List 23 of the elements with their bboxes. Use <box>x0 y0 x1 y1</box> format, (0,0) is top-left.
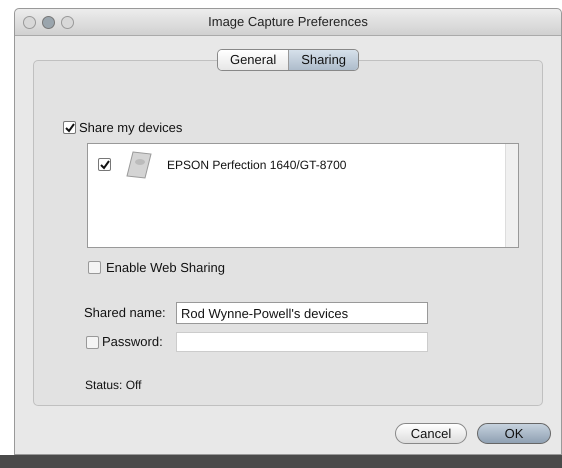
checkbox[interactable] <box>88 260 101 274</box>
device-name: EPSON Perfection 1640/GT-8700 <box>167 156 346 174</box>
checkbox[interactable] <box>63 121 76 134</box>
password-field[interactable] <box>176 332 428 352</box>
zoom-button[interactable] <box>61 16 74 28</box>
minimize-button[interactable] <box>42 16 55 28</box>
field-label: Shared name: <box>84 304 167 322</box>
checkbox-label: Enable Web Sharing <box>106 258 226 277</box>
status-text: Status: Off <box>85 377 142 394</box>
tab[interactable]: Sharing <box>288 50 358 70</box>
window-title: Image Capture Preferences <box>207 13 369 32</box>
close-button[interactable] <box>23 16 36 28</box>
input-field[interactable]: Rod Wynne-Powell's devices <box>176 302 428 324</box>
checkmark-icon <box>64 122 74 133</box>
checkbox-label: Share my devices <box>79 119 182 137</box>
dialog-button[interactable]: Cancel <box>395 423 467 444</box>
checkbox[interactable] <box>98 158 111 171</box>
scanner-icon <box>125 150 153 180</box>
checkmark-icon <box>100 160 110 170</box>
checkbox[interactable] <box>86 336 99 348</box>
tab[interactable]: General <box>218 50 288 70</box>
checkbox-label: Password: <box>102 333 163 352</box>
dialog-button[interactable]: OK <box>477 423 551 444</box>
